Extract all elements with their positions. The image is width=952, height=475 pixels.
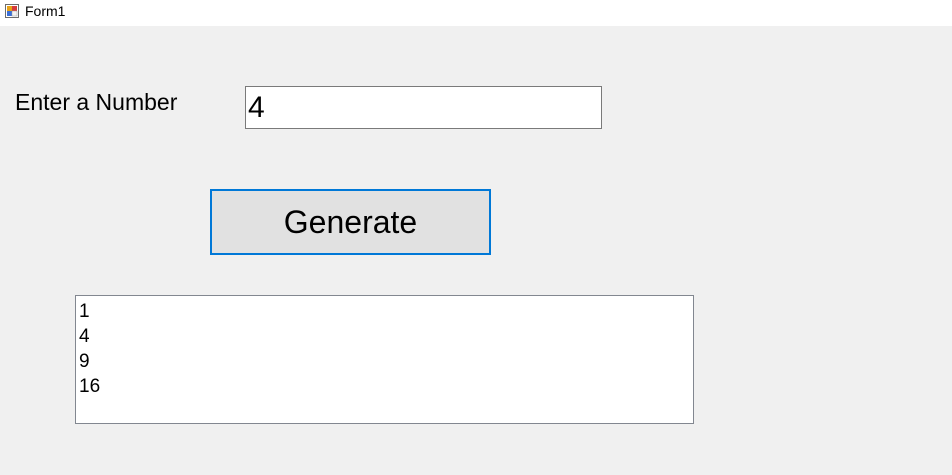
list-item[interactable]: 4	[79, 324, 693, 349]
list-item[interactable]: 1	[79, 299, 693, 324]
number-label: Enter a Number	[15, 89, 178, 115]
window-title: Form1	[25, 3, 66, 19]
list-item[interactable]: 16	[79, 374, 693, 399]
generate-button[interactable]: Generate	[210, 189, 491, 255]
list-item[interactable]: 9	[79, 349, 693, 374]
results-listbox[interactable]: 1 4 9 16	[75, 295, 694, 424]
number-input[interactable]	[245, 86, 602, 129]
app-icon	[5, 4, 19, 18]
title-bar[interactable]: Form1	[0, 0, 952, 26]
